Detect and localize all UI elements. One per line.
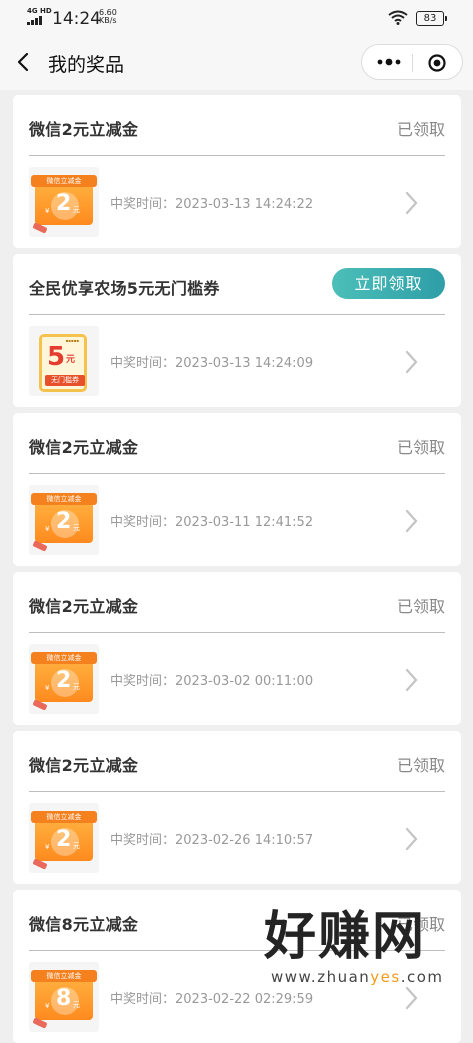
time-label: 中奖时间： bbox=[110, 515, 176, 530]
coupon-amount: 2 bbox=[56, 668, 72, 693]
divider bbox=[29, 155, 445, 156]
coupon-currency: ¥ bbox=[45, 1002, 50, 1010]
status-claimed: 已领取 bbox=[396, 120, 445, 139]
chevron-right-icon[interactable] bbox=[403, 508, 419, 534]
divider bbox=[29, 314, 445, 315]
coupon-header: 微信立减金 bbox=[31, 175, 97, 187]
win-time: 中奖时间：2023-02-22 02:29:59 bbox=[110, 988, 313, 1007]
coupon-header: 微信立减金 bbox=[31, 811, 97, 823]
coupon-thumbnail: 微信立减金 ¥ 2 元 bbox=[29, 485, 99, 555]
mini-program-capsule bbox=[361, 44, 463, 80]
win-time: 中奖时间：2023-03-02 00:11:00 bbox=[110, 670, 313, 689]
prize-title: 微信2元立减金 bbox=[29, 438, 139, 457]
speed-unit: KB/s bbox=[99, 16, 117, 25]
coupon-unit: 元 bbox=[73, 206, 80, 214]
signal-icon bbox=[27, 16, 45, 25]
time-value: 2023-03-02 00:11:00 bbox=[175, 674, 314, 689]
coupon-unit: 元 bbox=[73, 842, 80, 850]
ticket-thumbnail: ▪▪▪▪▪ 5 元 无门槛券 bbox=[29, 326, 99, 396]
time-label: 中奖时间： bbox=[110, 833, 176, 848]
coupon-unit: 元 bbox=[73, 683, 80, 691]
time-value: 2023-03-11 12:41:52 bbox=[175, 515, 314, 530]
wifi-icon bbox=[388, 10, 408, 25]
coupon-currency: ¥ bbox=[45, 843, 50, 851]
coupon-thumbnail: 微信立减金 ¥ 2 元 bbox=[29, 644, 99, 714]
coupon-amount: 2 bbox=[56, 191, 72, 216]
nav-bar: 我的奖品 bbox=[0, 36, 473, 90]
coupon-thumbnail: 微信立减金 ¥ 2 元 bbox=[29, 803, 99, 873]
win-time: 中奖时间：2023-03-13 14:24:22 bbox=[110, 193, 313, 212]
status-claimed: 已领取 bbox=[396, 756, 445, 775]
time-label: 中奖时间： bbox=[110, 197, 176, 212]
prize-card[interactable]: 微信2元立减金 已领取 微信立减金 ¥ 2 元 中奖时间：2023-02-26 … bbox=[13, 731, 461, 884]
ticket-label: 无门槛券 bbox=[45, 375, 85, 386]
coupon-header: 微信立减金 bbox=[31, 970, 97, 982]
status-bar: 4G HD 14:24 6.60 KB/s 83 bbox=[0, 0, 473, 36]
clock: 14:24 bbox=[52, 9, 101, 29]
prize-card[interactable]: 微信2元立减金 已领取 微信立减金 ¥ 2 元 中奖时间：2023-03-02 … bbox=[13, 572, 461, 725]
prize-title: 全民优享农场5元无门槛券 bbox=[29, 279, 220, 298]
divider bbox=[29, 791, 445, 792]
url-prefix: www.zhuan bbox=[271, 968, 371, 986]
ticket-amount: 5 bbox=[47, 342, 66, 372]
prize-title: 微信2元立减金 bbox=[29, 120, 139, 139]
time-value: 2023-03-13 14:24:09 bbox=[175, 356, 314, 371]
chevron-right-icon[interactable] bbox=[403, 190, 419, 216]
coupon-currency: ¥ bbox=[45, 525, 50, 533]
coupon-amount: 2 bbox=[56, 827, 72, 852]
coupon-header: 微信立减金 bbox=[31, 652, 97, 664]
chevron-right-icon[interactable] bbox=[403, 826, 419, 852]
battery-icon: 83 bbox=[416, 11, 447, 26]
prize-card[interactable]: 微信2元立减金 已领取 微信立减金 ¥ 2 元 中奖时间：2023-03-11 … bbox=[13, 413, 461, 566]
url-highlight: yes bbox=[370, 968, 401, 986]
prize-title: 微信8元立减金 bbox=[29, 915, 139, 934]
coupon-unit: 元 bbox=[73, 524, 80, 532]
network-speed: 6.60 KB/s bbox=[99, 9, 117, 25]
win-time: 中奖时间：2023-02-26 14:10:57 bbox=[110, 829, 313, 848]
ticket-unit: 元 bbox=[66, 355, 76, 365]
watermark-logo: 好赚网 bbox=[264, 907, 427, 967]
coupon-unit: 元 bbox=[73, 1001, 80, 1009]
prize-card[interactable]: 微信2元立减金 已领取 微信立减金 ¥ 2 元 中奖时间：2023-03-13 … bbox=[13, 95, 461, 248]
prize-card[interactable]: 全民优享农场5元无门槛券 立即领取 ▪▪▪▪▪ 5 元 无门槛券 中奖时间：20… bbox=[13, 254, 461, 407]
time-label: 中奖时间： bbox=[110, 356, 176, 371]
chevron-right-icon[interactable] bbox=[403, 667, 419, 693]
more-dots-icon[interactable] bbox=[374, 53, 404, 71]
time-value: 2023-03-13 14:24:22 bbox=[175, 197, 314, 212]
coupon-thumbnail: 微信立减金 ¥ 8 元 bbox=[29, 962, 99, 1032]
win-time: 中奖时间：2023-03-11 12:41:52 bbox=[110, 511, 313, 530]
coupon-thumbnail: 微信立减金 ¥ 2 元 bbox=[29, 167, 99, 237]
coupon-currency: ¥ bbox=[45, 207, 50, 215]
win-time: 中奖时间：2023-03-13 14:24:09 bbox=[110, 352, 313, 371]
capsule-divider bbox=[412, 54, 413, 72]
target-circle-icon[interactable] bbox=[428, 54, 446, 72]
chevron-left-icon[interactable] bbox=[14, 50, 36, 74]
status-claimed: 已领取 bbox=[396, 597, 445, 616]
prize-title: 微信2元立减金 bbox=[29, 756, 139, 775]
status-claimed: 已领取 bbox=[396, 438, 445, 457]
divider bbox=[29, 473, 445, 474]
time-value: 2023-02-26 14:10:57 bbox=[175, 833, 314, 848]
url-suffix: .com bbox=[400, 968, 444, 986]
claim-now-button[interactable]: 立即领取 bbox=[332, 268, 445, 299]
network-indicator: 4G HD bbox=[27, 7, 52, 15]
coupon-header: 微信立减金 bbox=[31, 493, 97, 505]
watermark-url: www.zhuanyes.com bbox=[271, 968, 444, 986]
coupon-currency: ¥ bbox=[45, 684, 50, 692]
chevron-right-icon[interactable] bbox=[403, 349, 419, 375]
page-title: 我的奖品 bbox=[48, 54, 125, 76]
chevron-right-icon[interactable] bbox=[403, 985, 419, 1011]
prize-title: 微信2元立减金 bbox=[29, 597, 139, 616]
time-label: 中奖时间： bbox=[110, 674, 176, 689]
coupon-amount: 2 bbox=[56, 509, 72, 534]
coupon-amount: 8 bbox=[56, 986, 72, 1011]
divider bbox=[29, 632, 445, 633]
